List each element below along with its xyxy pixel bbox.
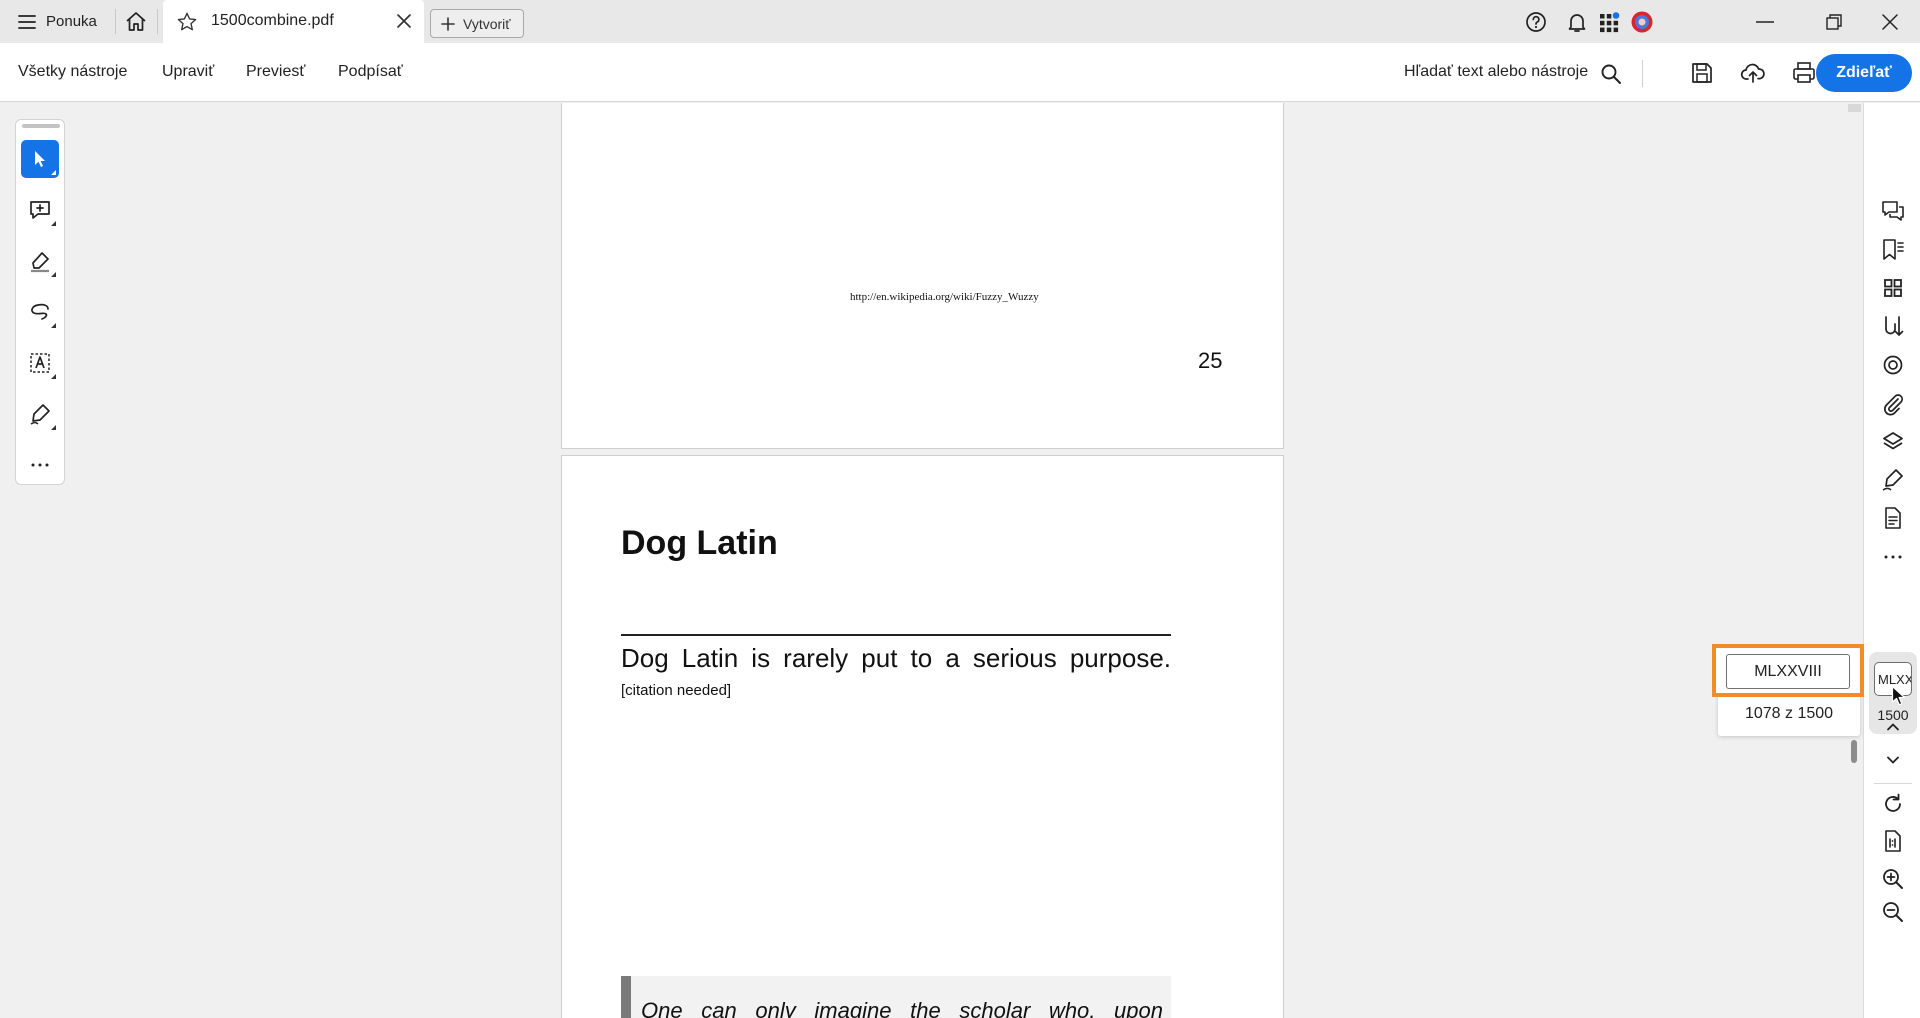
page-number-label: 25 — [1198, 348, 1223, 373]
rotate-icon[interactable] — [1880, 791, 1906, 817]
zoom-out-icon[interactable] — [1880, 899, 1906, 925]
divider — [1642, 60, 1643, 87]
divider — [157, 9, 158, 34]
fill-sign-icon[interactable] — [1880, 467, 1906, 493]
accessibility-target-icon[interactable] — [1880, 352, 1906, 378]
apps-icon[interactable] — [1597, 10, 1621, 34]
pdf-page: http://en.wikipedia.org/wiki/Fuzzy_Wuzzy… — [561, 103, 1284, 449]
search-label[interactable]: Hľadať text alebo nástroje — [1404, 63, 1588, 81]
menu-button[interactable]: Ponuka — [0, 0, 115, 43]
scrollbar-thumb[interactable] — [1851, 740, 1857, 763]
save-icon[interactable] — [1689, 60, 1715, 86]
article-paragraph: Dog Latin is rarely put to a serious pur… — [621, 643, 1171, 673]
tab-title: 1500combine.pdf — [211, 12, 334, 29]
scroll-up-arrow[interactable] — [1848, 104, 1861, 112]
share-button[interactable]: Zdieľať — [1816, 54, 1912, 92]
right-sidebar: MLXXVIII 1500 — [1863, 103, 1920, 1018]
footnote-url[interactable]: http://en.wikipedia.org/wiki/Fuzzy_Wuzzy — [850, 291, 1039, 303]
chevron-down-icon[interactable] — [1880, 747, 1906, 773]
attachment-icon[interactable] — [1880, 391, 1906, 417]
document-properties-icon[interactable] — [1880, 505, 1906, 531]
thumbnails-icon[interactable] — [1880, 275, 1906, 301]
hamburger-icon — [18, 14, 36, 30]
menu-sign[interactable]: Podpísať — [338, 63, 403, 81]
help-icon[interactable] — [1524, 10, 1548, 34]
menu-edit[interactable]: Upraviť — [162, 63, 214, 81]
actual-size-icon[interactable] — [1880, 828, 1906, 854]
avatar[interactable] — [1630, 10, 1654, 34]
mouse-cursor-icon — [1891, 685, 1907, 707]
search-icon[interactable] — [1599, 62, 1623, 86]
bookmark-icon[interactable] — [1880, 237, 1906, 263]
chevron-up-icon[interactable] — [1880, 714, 1906, 740]
zoom-in-icon[interactable] — [1880, 866, 1906, 892]
home-icon[interactable] — [124, 10, 148, 34]
quote-text: One can only imagine the scholar who, up… — [641, 998, 1163, 1018]
menu-label: Ponuka — [46, 13, 97, 30]
blockquote: One can only imagine the scholar who, up… — [621, 976, 1171, 1018]
close-icon[interactable] — [396, 13, 412, 29]
menu-all-tools[interactable]: Všetky nástroje — [18, 63, 127, 81]
star-icon[interactable] — [176, 11, 198, 33]
menu-convert[interactable]: Previesť — [246, 63, 305, 81]
page-number-input[interactable]: MLXXVIII — [1726, 654, 1850, 689]
divider — [1874, 783, 1912, 784]
plus-icon — [441, 16, 455, 31]
vertical-scrollbar[interactable] — [1846, 103, 1863, 1018]
pdf-page: Dog Latin Dog Latin is rarely put to a s… — [561, 455, 1284, 1018]
organize-pages-icon[interactable] — [1880, 314, 1906, 340]
page-input-highlight: MLXXVIII — [1712, 644, 1864, 697]
article-heading: Dog Latin — [621, 524, 778, 562]
upload-cloud-icon[interactable] — [1740, 60, 1766, 86]
divider — [621, 634, 1171, 636]
tab-document[interactable]: 1500combine.pdf — [163, 0, 424, 43]
toolbar: Všetky nástroje Upraviť Previesť Podpísa… — [0, 43, 1920, 102]
layers-icon[interactable] — [1880, 429, 1906, 455]
create-label: Vytvoriť — [463, 15, 511, 32]
bell-icon[interactable] — [1565, 10, 1589, 34]
more-horizontal-icon[interactable] — [1880, 544, 1906, 570]
comments-icon[interactable] — [1880, 198, 1906, 224]
restore-icon[interactable] — [1822, 10, 1846, 34]
page-count-label: 1078 z 1500 — [1744, 705, 1834, 722]
document-viewer[interactable]: http://en.wikipedia.org/wiki/Fuzzy_Wuzzy… — [0, 103, 1846, 1018]
citation-note: [citation needed] — [621, 682, 732, 699]
divider — [115, 9, 116, 34]
create-button[interactable]: Vytvoriť — [430, 9, 524, 38]
title-bar: Ponuka 1500combine.pdf Vytvoriť — [0, 0, 1920, 43]
minimize-icon[interactable] — [1752, 12, 1778, 32]
print-icon[interactable] — [1791, 60, 1817, 86]
window-close-icon[interactable] — [1878, 10, 1902, 34]
